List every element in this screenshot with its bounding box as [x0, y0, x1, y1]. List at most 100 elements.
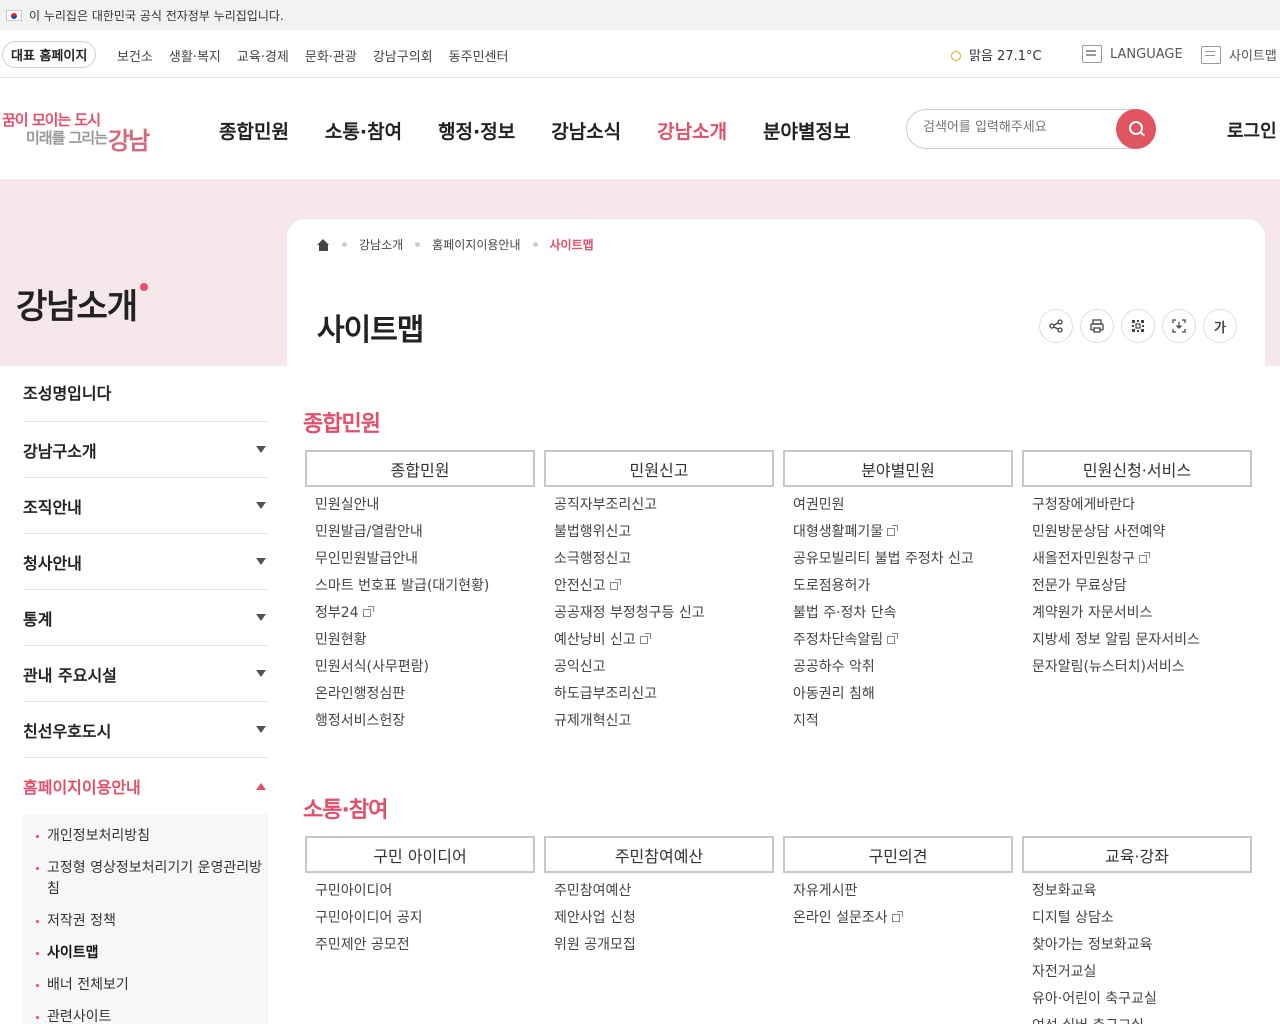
side-nav-item[interactable]: 관내 주요시설	[23, 646, 268, 702]
sitemap-column-head[interactable]: 구민의견	[783, 836, 1013, 873]
sitemap-link[interactable]: 정부24	[315, 600, 535, 627]
sitemap-link[interactable]: 민원실안내	[315, 492, 535, 519]
submenu-item[interactable]: 저작권 정책	[36, 911, 268, 932]
sitemap-link[interactable]: 대형생활폐기물	[793, 519, 1013, 546]
sitemap-link[interactable]: 계약원가 자문서비스	[1032, 600, 1252, 627]
breadcrumb-item[interactable]: 강남소개	[359, 236, 403, 253]
language-button[interactable]: LANGUAGE	[1082, 45, 1183, 63]
sitemap-link[interactable]: 제안사업 신청	[554, 905, 774, 932]
sitemap-link[interactable]: 여성·실버 축구교실	[1032, 1013, 1252, 1024]
sitemap-link[interactable]: 하도급부조리신고	[554, 681, 774, 708]
sitemap-link[interactable]: 예산낭비 신고	[554, 627, 774, 654]
scrap-button[interactable]	[1162, 309, 1196, 343]
submenu-item[interactable]: 배너 전체보기	[36, 975, 268, 996]
sitemap-link[interactable]: 안전신고	[554, 573, 774, 600]
home-icon[interactable]	[317, 238, 330, 251]
sitemap-link[interactable]: 자유게시판	[793, 878, 1013, 905]
gnb-item-about[interactable]: 강남소개	[657, 117, 727, 144]
sitemap-link[interactable]: 주민제안 공모전	[315, 932, 535, 959]
gnb-item-news[interactable]: 강남소식	[551, 117, 621, 144]
sitemap-link[interactable]: 공직자부조리신고	[554, 492, 774, 519]
sitemap-column-head[interactable]: 민원신고	[544, 450, 774, 487]
sitemap-link[interactable]: 불법행위신고	[554, 519, 774, 546]
qr-button[interactable]	[1121, 309, 1155, 343]
sitemap-link[interactable]: 공공재정 부정청구등 신고	[554, 600, 774, 627]
gnb-item-participation[interactable]: 소통·참여	[325, 117, 402, 144]
sitemap-column-head[interactable]: 분야별민원	[783, 450, 1013, 487]
gnb-item-admin[interactable]: 행정·정보	[438, 117, 515, 144]
share-button[interactable]	[1039, 309, 1073, 343]
sitemap-link[interactable]: 규제개혁신고	[554, 708, 774, 735]
submenu-item-active[interactable]: 사이트맵	[36, 943, 268, 964]
print-button[interactable]	[1080, 309, 1114, 343]
sitemap-column-head[interactable]: 민원신청·서비스	[1022, 450, 1252, 487]
sitemap-link[interactable]: 아동권리 침해	[793, 681, 1013, 708]
sitemap-link[interactable]: 스마트 번호표 발급(대기현황)	[315, 573, 535, 600]
sitemap-link[interactable]: 유아·어린이 축구교실	[1032, 986, 1252, 1013]
util-link-culture[interactable]: 문화·관광	[305, 46, 357, 65]
submenu-item[interactable]: 고정형 영상정보처리기기 운영관리방침	[36, 858, 268, 900]
util-link-community-center[interactable]: 동주민센터	[449, 46, 509, 65]
sitemap-link[interactable]: 문자알림(뉴스터치)서비스	[1032, 654, 1252, 681]
sitemap-link[interactable]: 소극행정신고	[554, 546, 774, 573]
sitemap-link[interactable]: 도로점용허가	[793, 573, 1013, 600]
sitemap-link[interactable]: 지방세 정보 알림 문자서비스	[1032, 627, 1252, 654]
main-homepage-button[interactable]: 대표 홈페이지	[2, 41, 97, 68]
sitemap-link[interactable]: 공익신고	[554, 654, 774, 681]
sitemap-link[interactable]: 민원서식(사무편람)	[315, 654, 535, 681]
sitemap-link[interactable]: 행정서비스헌장	[315, 708, 535, 735]
search-input[interactable]	[923, 120, 1103, 135]
side-nav-item[interactable]: 친선우호도시	[23, 702, 268, 758]
sitemap-link[interactable]: 공유모빌리티 불법 주정차 신고	[793, 546, 1013, 573]
sitemap-link[interactable]: 구민아이디어	[315, 878, 535, 905]
sitemap-link[interactable]: 주민참여예산	[554, 878, 774, 905]
sitemap-column-head[interactable]: 구민 아이디어	[305, 836, 535, 873]
sitemap-link[interactable]: 주정차단속알림	[793, 627, 1013, 654]
sitemap-button[interactable]: 사이트맵	[1201, 45, 1277, 64]
side-nav-item[interactable]: 강남구소개	[23, 422, 268, 478]
sitemap-link[interactable]: 불법 주·정차 단속	[793, 600, 1013, 627]
side-nav-item[interactable]: 조직안내	[23, 478, 268, 534]
util-link-health[interactable]: 보건소	[117, 46, 153, 65]
breadcrumb-item[interactable]: 홈페이지이용안내	[432, 236, 520, 253]
sitemap-link[interactable]: 구청장에게바란다	[1032, 492, 1252, 519]
sitemap-column-head[interactable]: 주민참여예산	[544, 836, 774, 873]
sitemap-link[interactable]: 새올전자민원창구	[1032, 546, 1252, 573]
gnb-item-civil[interactable]: 종합민원	[219, 117, 289, 144]
font-size-button[interactable]: 가	[1203, 309, 1237, 343]
sitemap-link[interactable]: 민원방문상담 사전예약	[1032, 519, 1252, 546]
sitemap-link[interactable]: 지적	[793, 708, 1013, 735]
sitemap-link[interactable]: 디지털 상담소	[1032, 905, 1252, 932]
sitemap-link[interactable]: 구민아이디어 공지	[315, 905, 535, 932]
login-button[interactable]: 로그인	[1227, 117, 1277, 143]
sitemap-column-head[interactable]: 종합민원	[305, 450, 535, 487]
search-button[interactable]	[1116, 109, 1156, 149]
side-nav-item-open[interactable]: 홈페이지이용안내	[23, 758, 268, 814]
weather-widget: 맑음 27.1°C	[947, 45, 1042, 64]
sitemap-link[interactable]: 정보화교육	[1032, 878, 1252, 905]
side-nav-item[interactable]: 통계	[23, 590, 268, 646]
sitemap-link-list: 주민참여예산 제안사업 신청 위원 공개모집	[544, 878, 774, 959]
sitemap-link[interactable]: 민원현황	[315, 627, 535, 654]
sitemap-link[interactable]: 온라인행정심판	[315, 681, 535, 708]
sitemap-link[interactable]: 온라인 설문조사	[793, 905, 1013, 932]
util-link-education[interactable]: 교육·경제	[237, 46, 289, 65]
sitemap-link[interactable]: 찾아가는 정보화교육	[1032, 932, 1252, 959]
sitemap-link[interactable]: 공공하수 악취	[793, 654, 1013, 681]
logo[interactable]: 꿈이 모이는 도시 미래를 그리는 강남	[2, 109, 152, 155]
util-link-council[interactable]: 강남구의회	[373, 46, 433, 65]
side-nav-item[interactable]: 청사안내	[23, 534, 268, 590]
sitemap-link[interactable]: 여권민원	[793, 492, 1013, 519]
sitemap-column-head[interactable]: 교육·강좌	[1022, 836, 1252, 873]
submenu-item[interactable]: 관련사이트	[36, 1007, 268, 1024]
sitemap-link[interactable]: 민원발급/열람안내	[315, 519, 535, 546]
gnb-item-field-info[interactable]: 분야별정보	[763, 117, 850, 144]
submenu-item[interactable]: 개인정보처리방침	[36, 826, 268, 847]
sitemap-link[interactable]: 자전거교실	[1032, 959, 1252, 986]
sitemap-link[interactable]: 위원 공개모집	[554, 932, 774, 959]
sitemap-link[interactable]: 전문가 무료상담	[1032, 573, 1252, 600]
sitemap-link[interactable]: 무인민원발급안내	[315, 546, 535, 573]
external-link-icon	[1139, 552, 1151, 563]
sitemap-section-title: 소통·참여	[303, 798, 388, 823]
util-link-welfare[interactable]: 생활·복지	[169, 46, 221, 65]
